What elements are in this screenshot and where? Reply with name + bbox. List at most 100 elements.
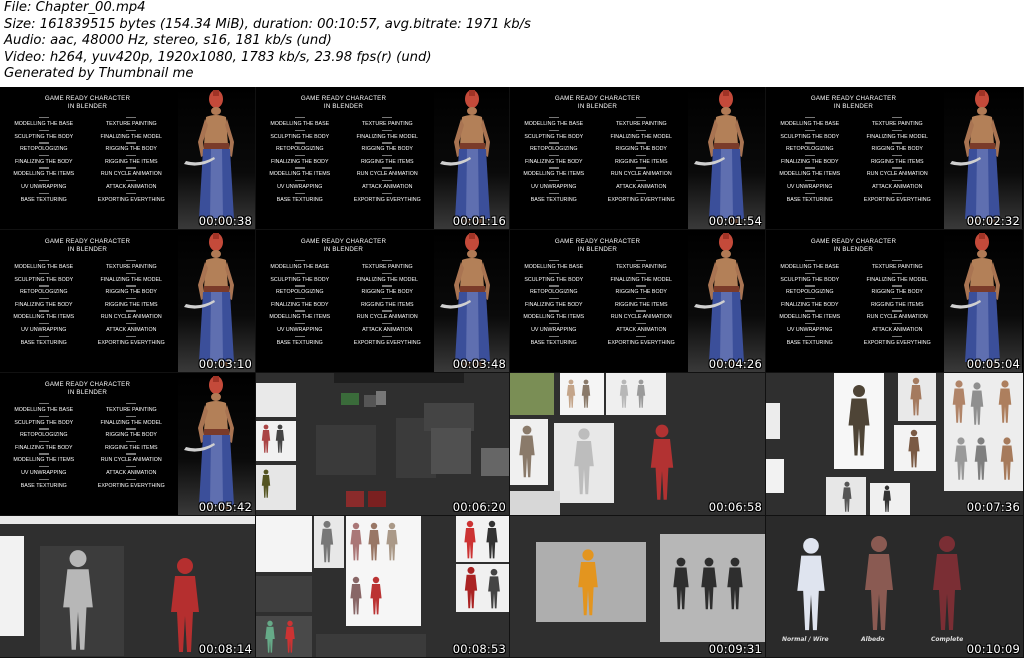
character-figure-icon <box>998 380 1012 423</box>
course-title-line2: IN BLENDER <box>67 389 108 396</box>
warrior-figure-icon <box>440 233 490 367</box>
thumbnail-timestamp: 00:08:14 <box>198 642 252 656</box>
chapter-item: RUN CYCLE ANIMATION <box>344 167 432 177</box>
chapter-item: ATTACK ANIMATION <box>88 465 176 476</box>
character-figure-icon <box>1000 437 1014 480</box>
character-figure-icon <box>636 379 646 408</box>
reference-image <box>510 491 560 515</box>
video-thumbnail[interactable]: GAME READY CHARACTER IN BLENDER MODELLIN… <box>256 230 510 373</box>
chapter-item: MODELLING THE ITEMS <box>510 167 598 177</box>
character-render <box>434 87 509 229</box>
chapter-item: ATTACK ANIMATION <box>598 322 686 333</box>
character-figure-icon <box>261 469 271 498</box>
chapter-menu: GAME READY CHARACTER IN BLENDER MODELLIN… <box>0 95 175 203</box>
video-thumbnail[interactable]: 00:07:36 <box>766 373 1024 516</box>
character-figure-icon <box>578 549 598 616</box>
chapter-item: RETOPOLOGIZING <box>510 142 598 152</box>
character-figure-icon <box>727 557 743 610</box>
chapter-item: TEXTURE PAINTING <box>344 260 432 270</box>
video-thumbnail[interactable]: GAME READY CHARACTER IN BLENDER MODELLIN… <box>0 230 256 373</box>
character-figure-icon <box>650 424 674 500</box>
character-figure-icon <box>488 568 500 609</box>
chapter-item: RUN CYCLE ANIMATION <box>88 310 176 320</box>
chapter-list: MODELLING THE BASE TEXTURE PAINTING SCULPT… <box>510 117 685 203</box>
chapter-item: RUN CYCLE ANIMATION <box>598 310 686 320</box>
character-figure-icon <box>952 380 966 423</box>
chapter-item: BASE TEXTURING <box>510 192 598 203</box>
chapter-item: TEXTURE PAINTING <box>854 117 942 127</box>
video-thumbnail[interactable]: GAME READY CHARACTER IN BLENDER MODELLIN… <box>510 87 766 230</box>
course-title-line2: IN BLENDER <box>323 103 364 110</box>
course-title: GAME READY CHARACTER IN BLENDER <box>766 238 941 254</box>
video-thumbnail[interactable]: GAME READY CHARACTER IN BLENDER MODELLIN… <box>256 87 510 230</box>
character-figure-icon <box>619 379 629 408</box>
chapter-item: RIGGING THE BODY <box>854 142 942 152</box>
warrior-figure-icon <box>184 376 234 510</box>
video-info-line: Video: h264, yuv420p, 1920x1080, 1783 kb… <box>4 49 432 65</box>
video-thumbnail[interactable]: 00:08:14 <box>0 516 256 658</box>
video-thumbnail[interactable]: 00:09:31 <box>510 516 766 658</box>
character-figure-icon <box>519 425 535 478</box>
chapter-item: SCULPTING THE BODY <box>766 272 854 283</box>
character-figure-icon <box>368 522 380 561</box>
course-title-line2: IN BLENDER <box>833 103 874 110</box>
course-title: GAME READY CHARACTER IN BLENDER <box>0 95 175 111</box>
reference-image <box>316 634 426 657</box>
character-figure-icon <box>883 485 891 512</box>
chapter-item: RUN CYCLE ANIMATION <box>854 167 942 177</box>
chapter-item: MODELLING THE BASE <box>510 260 598 270</box>
course-title-line2: IN BLENDER <box>67 103 108 110</box>
reference-image <box>341 393 359 405</box>
course-title-line2: IN BLENDER <box>577 103 618 110</box>
reference-image <box>334 373 464 383</box>
chapter-item: RIGGING THE ITEMS <box>88 297 176 308</box>
character-figure-icon <box>865 536 893 630</box>
course-title: GAME READY CHARACTER IN BLENDER <box>766 95 941 111</box>
chapter-item: UV UNWRAPPING <box>766 322 854 333</box>
chapter-item: RIGGING THE ITEMS <box>88 440 176 451</box>
chapter-item: RETOPOLOGIZING <box>766 285 854 295</box>
reference-image <box>256 383 296 417</box>
character-render <box>688 230 765 372</box>
video-thumbnail[interactable]: 00:06:20 <box>256 373 510 516</box>
chapter-item: UV UNWRAPPING <box>256 322 344 333</box>
file-size-line: Size: 161839515 bytes (154.34 MiB), dura… <box>4 16 531 32</box>
chapter-item: RETOPOLOGIZING <box>256 285 344 295</box>
chapter-item: EXPORTING EVERYTHING <box>88 478 176 489</box>
video-thumbnail[interactable]: GAME READY CHARACTER IN BLENDER MODELLIN… <box>0 87 256 230</box>
video-thumbnail[interactable]: GAME READY CHARACTER IN BLENDER MODELLIN… <box>0 373 256 516</box>
character-figure-icon <box>910 377 922 416</box>
character-figure-icon <box>350 522 362 561</box>
video-thumbnail[interactable]: GAME READY CHARACTER IN BLENDER MODELLIN… <box>766 230 1024 373</box>
chapter-item: MODELLING THE BASE <box>0 403 88 413</box>
video-thumbnail[interactable]: GAME READY CHARACTER IN BLENDER MODELLIN… <box>510 230 766 373</box>
chapter-item: FINALIZING THE BODY <box>0 440 88 451</box>
reference-image <box>368 491 386 507</box>
course-title-line1: GAME READY CHARACTER <box>810 238 897 245</box>
character-figure-icon <box>797 537 825 631</box>
chapter-item: RIGGING THE BODY <box>598 285 686 295</box>
chapter-item: MODELLING THE ITEMS <box>510 310 598 320</box>
chapter-item: RIGGING THE ITEMS <box>598 297 686 308</box>
chapter-item: RETOPOLOGIZING <box>0 142 88 152</box>
chapter-item: BASE TEXTURING <box>766 192 854 203</box>
video-thumbnail[interactable]: 00:06:58 <box>510 373 766 516</box>
thumbnail-timestamp: 00:06:58 <box>708 500 762 514</box>
video-thumbnail[interactable]: Normal / Wire Albedo Complete 00:10:09 <box>766 516 1024 658</box>
character-figure-icon <box>848 385 870 456</box>
thumbnail-timestamp: 00:04:26 <box>708 357 762 371</box>
chapter-list: MODELLING THE BASE TEXTURE PAINTING SCULPT… <box>0 117 175 203</box>
chapter-item: FINALIZING THE BODY <box>766 297 854 308</box>
thumbnail-timestamp: 00:08:53 <box>452 642 506 656</box>
character-figure-icon <box>970 382 984 425</box>
chapter-item: EXPORTING EVERYTHING <box>598 335 686 346</box>
video-thumbnail[interactable]: 00:08:53 <box>256 516 510 658</box>
character-render <box>688 87 765 229</box>
chapter-menu: GAME READY CHARACTER IN BLENDER MODELLIN… <box>0 381 175 489</box>
chapter-item: RUN CYCLE ANIMATION <box>88 453 176 463</box>
chapter-item: MODELLING THE ITEMS <box>0 453 88 463</box>
video-thumbnail[interactable]: GAME READY CHARACTER IN BLENDER MODELLIN… <box>766 87 1024 230</box>
chapter-item: SCULPTING THE BODY <box>510 129 598 140</box>
warrior-figure-icon <box>184 90 234 224</box>
thumbnail-grid: GAME READY CHARACTER IN BLENDER MODELLIN… <box>0 87 1024 658</box>
